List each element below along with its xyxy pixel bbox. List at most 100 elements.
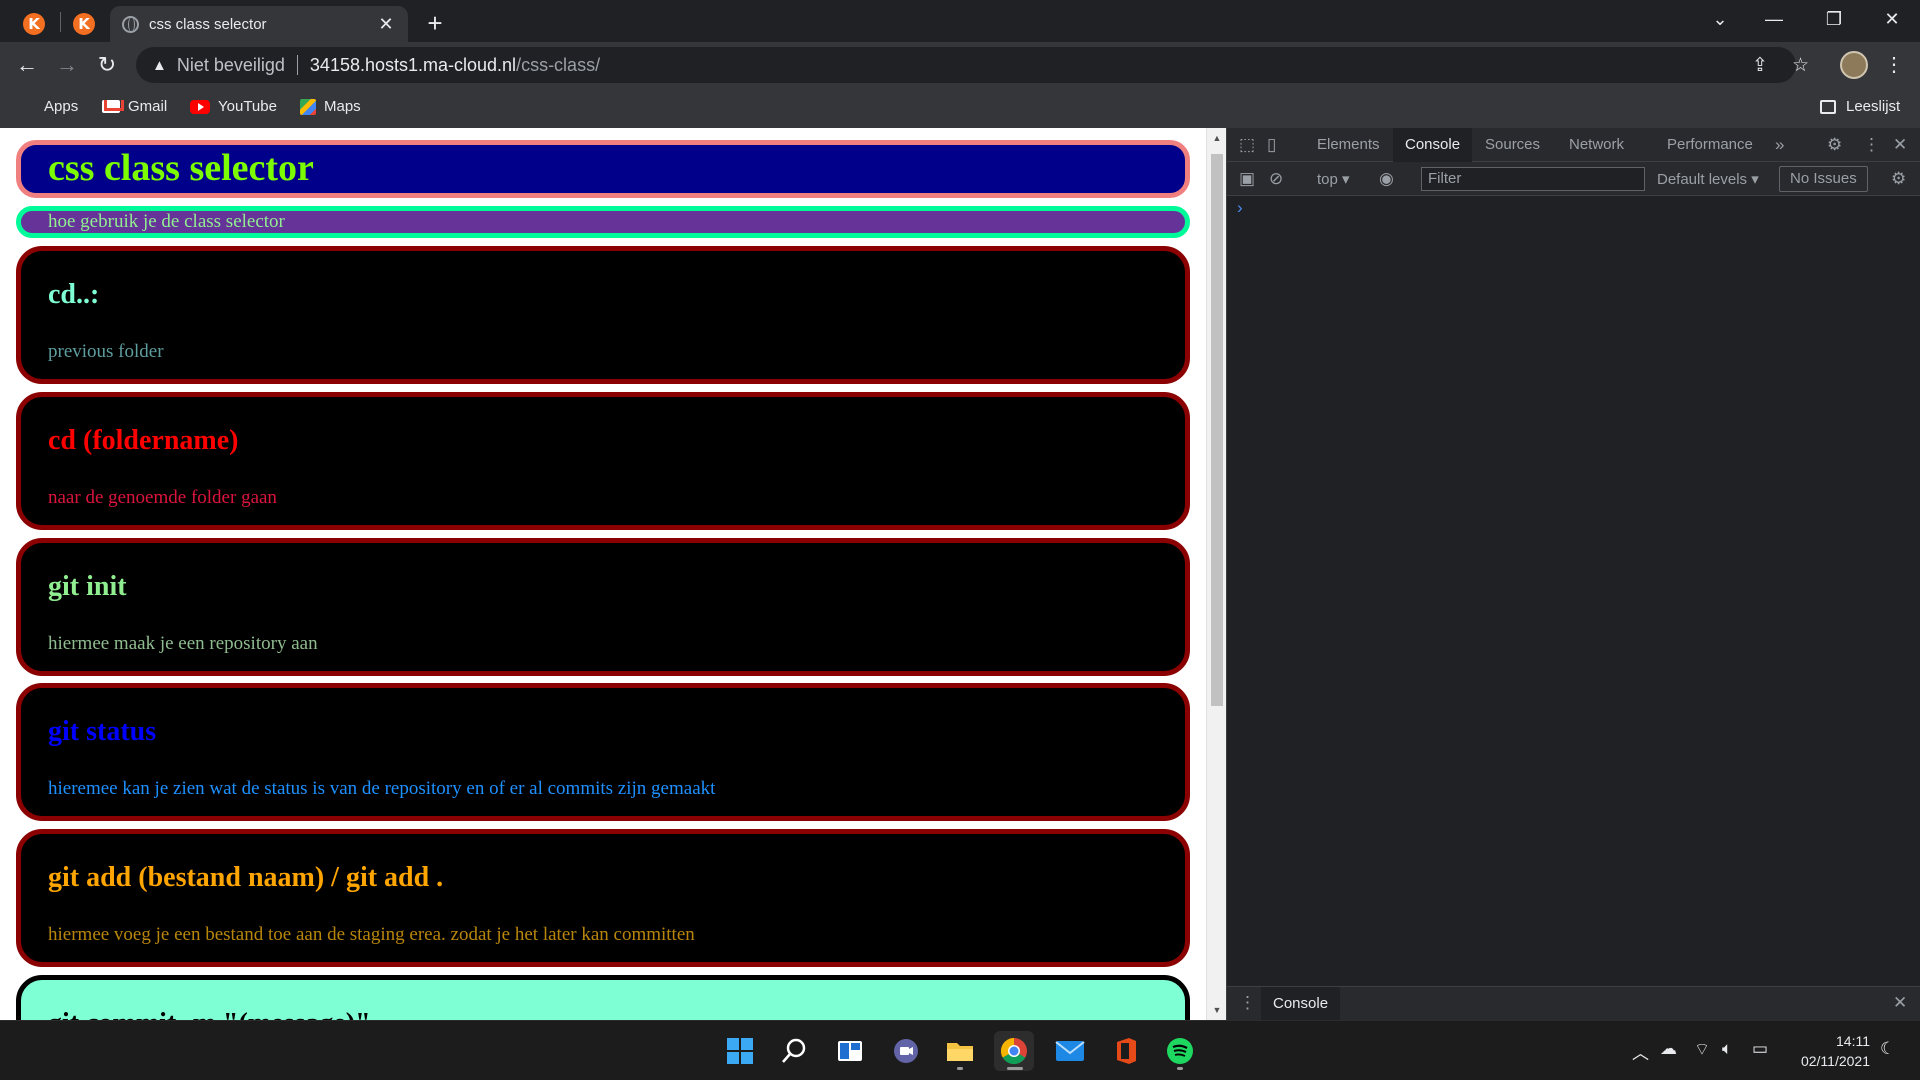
wifi-icon[interactable]: ⌔ [1694,1039,1710,1060]
card-title: cd (foldername) [48,425,239,456]
settings-gear-icon[interactable]: ⚙ [1827,135,1842,155]
bookmark-label: Gmail [128,98,168,115]
back-button[interactable]: ← [12,50,42,80]
sidebar-toggle-icon[interactable]: ▣ [1239,169,1255,189]
windows-logo-icon [727,1038,753,1064]
reading-list-label: Leeslijst [1846,98,1901,115]
notifications-icon[interactable]: ☾ [1880,1039,1895,1059]
log-levels-dropdown[interactable]: Default levels ▾ [1657,170,1759,188]
system-clock[interactable]: 14:11 02/11/2021 [1790,1031,1870,1071]
office-button[interactable] [1106,1031,1146,1071]
devtools-tab-bar: ⬚ ▯ Elements Console Sources Network Per… [1227,128,1920,162]
card-description: naar de genoemde folder gaan [48,487,277,508]
office-icon [1117,1038,1136,1064]
card-title: git status [48,716,157,747]
card-description: hieremee kan je zien wat de status is va… [48,778,716,799]
devtools-menu-icon[interactable]: ⋮ [1863,135,1880,155]
clear-console-icon[interactable]: ⊘ [1269,169,1283,189]
folder-icon [947,1043,973,1061]
search-icon [782,1038,806,1063]
card-title: git init [48,571,127,602]
spotify-icon [1167,1038,1193,1064]
console-toolbar: ▣ ⊘ top ▾ ◉ Filter Default levels ▾ No I… [1227,162,1920,196]
console-settings-gear-icon[interactable]: ⚙ [1891,169,1906,189]
drawer-menu-icon[interactable]: ⋮ [1239,993,1256,1013]
context-selector[interactable]: top ▾ [1317,170,1350,188]
spotify-button[interactable] [1160,1031,1200,1071]
bookmark-apps[interactable]: Apps [20,98,78,115]
close-window-button[interactable]: ✕ [1864,0,1920,38]
teams-chat-button[interactable] [886,1031,926,1071]
card-description: hiermee voeg je een bestand toe aan de s… [48,924,695,945]
tab-divider [60,12,61,32]
omnibox-divider [296,55,298,75]
bookmarks-bar: Apps Gmail YouTube Maps Leeslijst [0,88,1920,128]
task-view-icon [838,1041,862,1061]
close-devtools-icon[interactable]: ✕ [1893,135,1907,155]
tab-network[interactable]: Network [1557,128,1636,162]
start-button[interactable] [720,1031,760,1071]
battery-icon[interactable]: ▭ [1752,1039,1768,1059]
search-button[interactable] [774,1031,814,1071]
card-title: cd..: [48,279,100,310]
close-tab-icon[interactable]: ✕ [376,14,396,35]
devtools-panel: ⬚ ▯ Elements Console Sources Network Per… [1226,128,1920,1021]
file-explorer-button[interactable] [940,1031,980,1071]
tab-sources[interactable]: Sources [1473,128,1552,162]
card-description: hiermee maak je een repository aan [48,633,318,654]
eye-icon[interactable]: ◉ [1379,169,1394,189]
title-bar: K K css class selector ✕ + ⌄ — ❐ ✕ [0,0,1920,42]
tab-search-chevron-icon[interactable]: ⌄ [1692,0,1748,38]
more-tabs-icon[interactable]: » [1775,135,1784,155]
mail-icon [1055,1041,1085,1061]
globe-icon [122,15,139,33]
close-drawer-icon[interactable]: ✕ [1893,993,1907,1013]
new-tab-button[interactable]: + [420,8,450,38]
console-prompt-chevron-icon[interactable]: › [1237,198,1243,218]
mail-button[interactable] [1050,1031,1090,1071]
apps-grid-icon [20,99,36,115]
pinned-tab-2[interactable]: K [62,6,106,42]
device-toolbar-icon[interactable]: ▯ [1267,135,1276,155]
onedrive-cloud-icon[interactable]: ☁ [1660,1039,1677,1059]
inspect-element-icon[interactable]: ⬚ [1239,135,1255,155]
bookmark-gmail[interactable]: Gmail [102,98,167,115]
bookmark-label: YouTube [218,98,277,115]
profile-avatar[interactable] [1840,51,1868,79]
app-logo-icon: K [23,13,45,35]
issues-button[interactable]: No Issues [1779,166,1868,192]
drawer-tab-console[interactable]: Console [1261,987,1341,1021]
clock-date: 02/11/2021 [1800,1053,1870,1069]
page-subtitle: hoe gebruik je de class selector [16,206,1190,238]
reading-list-icon [1820,99,1836,114]
share-icon[interactable]: ⇪ [1752,54,1768,77]
scroll-down-arrow-icon[interactable]: ▼ [1207,1000,1226,1020]
scrollbar-thumb[interactable] [1211,154,1223,706]
bookmark-star-icon[interactable]: ☆ [1792,54,1809,77]
bookmark-maps[interactable]: Maps [300,98,361,115]
address-bar[interactable]: ▲ Niet beveiligd 34158.hosts1.ma-cloud.n… [136,47,1796,83]
page-scrollbar[interactable]: ▲ ▼ [1206,128,1226,1020]
reload-button[interactable]: ↻ [92,50,122,80]
task-view-button[interactable] [830,1031,870,1071]
forward-button[interactable]: → [52,50,82,80]
console-filter-input[interactable]: Filter [1421,167,1645,191]
pinned-tab-1[interactable]: K [12,6,56,42]
restore-button[interactable]: ❐ [1806,0,1862,38]
tab-elements[interactable]: Elements [1305,128,1392,162]
chrome-icon [1000,1037,1027,1065]
command-card: git add (bestand naam) / git add . hierm… [16,829,1190,967]
scroll-up-arrow-icon[interactable]: ▲ [1207,128,1226,148]
tab-title: css class selector [149,15,267,33]
tray-overflow-chevron-icon[interactable]: ︿ [1632,1039,1649,1064]
browser-menu-icon[interactable]: ⋮ [1884,52,1904,77]
tab-active[interactable]: css class selector ✕ [110,6,408,42]
speaker-muted-icon[interactable]: 🔈︎ [1722,1039,1732,1059]
browser-toolbar: ← → ↻ ▲ Niet beveiligd 34158.hosts1.ma-c… [0,42,1920,88]
bookmark-youtube[interactable]: YouTube [190,98,277,115]
tab-performance[interactable]: Performance [1655,128,1765,162]
chrome-button[interactable] [994,1031,1034,1071]
reading-list-button[interactable]: Leeslijst [1820,98,1900,115]
tab-console[interactable]: Console [1393,128,1473,162]
minimize-button[interactable]: — [1746,0,1802,38]
